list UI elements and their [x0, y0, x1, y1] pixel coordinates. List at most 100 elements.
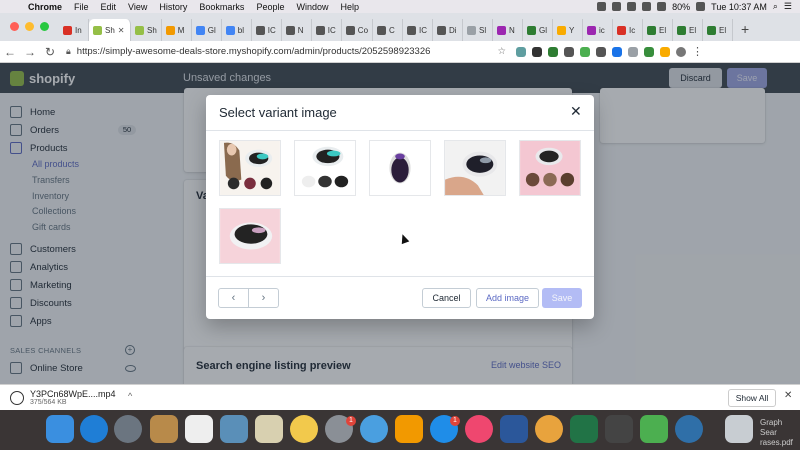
wifi-icon[interactable] [642, 2, 652, 11]
menu-history[interactable]: History [153, 2, 193, 12]
image-option-oval-brush[interactable] [369, 140, 431, 196]
back-icon[interactable]: ← [0, 45, 20, 59]
minimize-window-button[interactable] [25, 22, 34, 31]
status-app-icon[interactable] [612, 2, 622, 11]
notes-icon[interactable] [185, 415, 213, 443]
music-icon[interactable] [465, 415, 493, 443]
final-cut-icon[interactable] [605, 415, 633, 443]
browser-tab[interactable]: Sh [131, 19, 162, 41]
bookmark-star-icon[interactable]: ☆ [497, 46, 506, 57]
extension-icon[interactable] [612, 46, 622, 57]
browser-tab[interactable]: El [643, 19, 674, 41]
search-icon[interactable]: ⌕ [773, 1, 778, 12]
chrome-icon[interactable] [535, 415, 563, 443]
extension-icon[interactable] [532, 46, 542, 57]
close-icon[interactable]: ✕ [570, 103, 582, 120]
close-tab-icon[interactable]: ✕ [118, 26, 125, 35]
extension-icon[interactable] [644, 46, 654, 57]
extension-icon[interactable] [516, 46, 526, 57]
quicktime-icon[interactable] [675, 415, 703, 443]
image-option-three-brushes[interactable] [294, 140, 356, 196]
browser-tab[interactable]: Gl [192, 19, 222, 41]
menu-app-name[interactable]: Chrome [22, 2, 68, 12]
browser-tab[interactable]: Gl [523, 19, 554, 41]
browser-tab[interactable]: IC [252, 19, 282, 41]
menu-file[interactable]: File [68, 2, 95, 12]
safari-icon[interactable] [80, 415, 108, 443]
menu-people[interactable]: People [250, 2, 290, 12]
browser-tab[interactable]: El [703, 19, 734, 41]
extension-icon[interactable] [596, 46, 606, 57]
photos-icon[interactable] [290, 415, 318, 443]
volume-icon[interactable] [657, 2, 667, 11]
browser-tab[interactable]: N [493, 19, 524, 41]
browser-tab[interactable]: IC [403, 19, 434, 41]
status-app-icon[interactable] [627, 2, 637, 11]
launchpad-icon[interactable] [114, 415, 142, 443]
chevron-up-icon[interactable]: ^ [128, 391, 132, 401]
messages-icon[interactable] [360, 415, 388, 443]
new-tab-button[interactable]: + [733, 21, 757, 41]
image-option-hair-model[interactable] [219, 140, 281, 196]
reload-icon[interactable]: ↻ [40, 45, 60, 59]
menu-help[interactable]: Help [334, 2, 365, 12]
browser-tab[interactable]: IC [312, 19, 342, 41]
close-window-button[interactable] [10, 22, 19, 31]
status-app-icon[interactable] [597, 2, 607, 11]
finder-icon[interactable] [46, 415, 74, 443]
battery-percent[interactable]: 80% [672, 2, 690, 12]
browser-tab[interactable]: N [282, 19, 312, 41]
browser-tab[interactable]: Sh ✕ [89, 19, 131, 41]
browser-tab[interactable]: El [673, 19, 704, 41]
menubar-clock[interactable]: Tue 10:37 AM [711, 2, 767, 12]
books-icon[interactable] [395, 415, 423, 443]
extension-icon[interactable] [564, 46, 574, 57]
browser-tab[interactable]: Di [433, 19, 464, 41]
browser-tab[interactable]: C [373, 19, 404, 41]
browser-tab[interactable]: Sl [463, 19, 494, 41]
photos-app-icon[interactable] [255, 415, 283, 443]
previous-page-icon[interactable]: ‹ [219, 289, 249, 307]
modal-save-button[interactable]: Save [542, 288, 582, 308]
add-image-button[interactable]: Add image [476, 288, 539, 308]
browser-tab[interactable]: Co [342, 19, 374, 41]
address-bar[interactable]: 🔒︎ https://simply-awesome-deals-store.my… [66, 44, 506, 60]
list-icon[interactable]: ☰ [784, 1, 792, 12]
utorrent-icon[interactable] [640, 415, 668, 443]
profile-avatar[interactable] [676, 46, 686, 57]
word-icon[interactable] [500, 415, 528, 443]
close-icon[interactable]: ✕ [784, 390, 792, 401]
next-page-icon[interactable]: › [249, 289, 278, 307]
extension-icon[interactable] [580, 46, 590, 57]
menu-edit[interactable]: Edit [95, 2, 123, 12]
image-option-brush-in-hand[interactable] [444, 140, 506, 196]
chrome-menu-icon[interactable]: ⋮ [692, 45, 703, 58]
browser-tab[interactable]: M [162, 19, 192, 41]
lock-icon[interactable]: 🔒︎ [66, 46, 71, 57]
browser-tab[interactable]: bl [222, 19, 252, 41]
browser-tab[interactable]: In [59, 19, 89, 41]
menu-bookmarks[interactable]: Bookmarks [193, 2, 250, 12]
url-text[interactable]: https://simply-awesome-deals-store.mysho… [77, 46, 431, 57]
trash-icon[interactable] [725, 415, 753, 443]
battery-icon[interactable] [696, 2, 706, 11]
image-option-pink-background[interactable] [219, 208, 281, 264]
browser-tab[interactable]: Ic [613, 19, 644, 41]
extension-icon[interactable] [628, 46, 638, 57]
maximize-window-button[interactable] [40, 22, 49, 31]
desktop-file-label[interactable]: Graph Sear rases.pdf [760, 418, 800, 448]
forward-icon[interactable]: → [20, 45, 40, 59]
menu-window[interactable]: Window [290, 2, 334, 12]
menu-view[interactable]: View [122, 2, 153, 12]
preview-icon[interactable] [220, 415, 248, 443]
extension-icon[interactable] [660, 46, 670, 57]
image-option-pink-collage[interactable] [519, 140, 581, 196]
extension-icon[interactable] [548, 46, 558, 57]
browser-tab[interactable]: Y [553, 19, 584, 41]
show-all-downloads-button[interactable]: Show All [728, 389, 776, 407]
cancel-button[interactable]: Cancel [422, 288, 471, 308]
browser-tab[interactable]: ic [583, 19, 614, 41]
contacts-icon[interactable] [150, 415, 178, 443]
excel-icon[interactable] [570, 415, 598, 443]
download-item[interactable]: Y3PCn68WpE....mp4 375/564 KB [10, 389, 116, 406]
